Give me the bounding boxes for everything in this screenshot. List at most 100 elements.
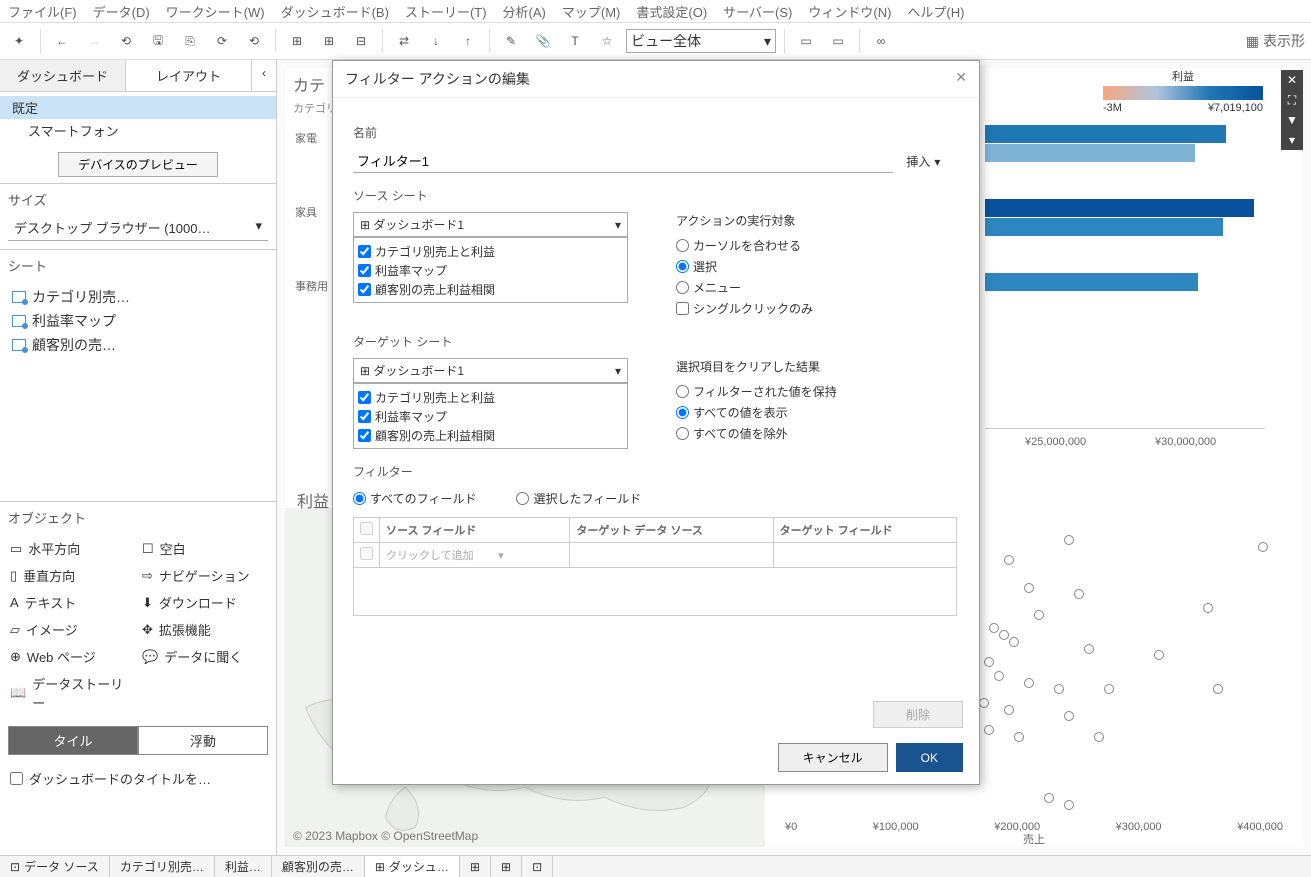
show-me-button[interactable]: ▦ 表示形 [1246,31,1305,51]
obj-download[interactable]: ⬇ ダウンロード [142,591,266,614]
new-dashboard-icon[interactable]: ⊞ [491,856,522,877]
obj-text[interactable]: A テキスト [10,591,134,614]
obj-webpage[interactable]: ⊕ Web ページ [10,645,134,668]
ok-button[interactable]: OK [896,743,963,772]
tab-sheet[interactable]: カテゴリ別売… [110,856,215,877]
target-check[interactable] [358,429,371,442]
single-click-check[interactable] [676,302,689,315]
menu-analysis[interactable]: 分析(A) [503,2,546,20]
obj-vertical[interactable]: ▯ 垂直方向 [10,564,134,587]
device-preview-button[interactable]: デバイスのプレビュー [58,152,218,177]
source-check[interactable] [358,245,371,258]
cancel-button[interactable]: キャンセル [778,743,888,772]
logo-icon[interactable]: ✦ [6,28,32,54]
run-hover-radio[interactable] [676,239,689,252]
share-icon[interactable]: ∞ [868,28,894,54]
close-icon[interactable]: ✕ [955,69,967,89]
menu-dashboard[interactable]: ダッシュボード(B) [281,2,389,20]
menu-window[interactable]: ウィンドウ(N) [808,2,891,20]
tab-dashboard1[interactable]: ⊞ ダッシュ… [365,856,460,877]
auto-update-icon[interactable]: ⟲ [241,28,267,54]
tab-dashboard[interactable]: ダッシュボード [0,60,126,91]
view-fit-select[interactable]: ビュー全体▾ [626,29,776,53]
tab-sheet[interactable]: 顧客別の売… [272,856,365,877]
click-to-add[interactable]: クリックして追加 ▾ [380,543,570,568]
menu-help[interactable]: ヘルプ(H) [907,2,964,20]
filter-selected-radio[interactable] [516,492,529,505]
obj-horizontal[interactable]: ▭ 水平方向 [10,537,134,560]
back-icon[interactable]: ← [49,28,75,54]
expand-icon[interactable]: ⛶ [1281,90,1303,110]
source-check[interactable] [358,283,371,296]
show-title-checkbox[interactable]: ダッシュボードのタイトルを… [0,763,276,794]
sort-desc-icon[interactable]: ↑ [455,28,481,54]
sheet-item[interactable]: 利益率マップ [8,309,268,333]
sort-asc-icon[interactable]: ↓ [423,28,449,54]
menu-story[interactable]: ストーリー(T) [405,2,487,20]
target-select[interactable]: ⊞ ダッシュボード1▾ [353,358,628,383]
sheet-item[interactable]: 顧客別の売… [8,333,268,357]
device-default[interactable]: 既定 [0,96,276,119]
menu-server[interactable]: サーバー(S) [723,2,792,20]
device-smartphone[interactable]: スマートフォン [0,119,276,142]
highlight-icon[interactable]: ✎ [498,28,524,54]
scatter-tick: ¥400,000 [1237,821,1283,833]
sheets-label: シート [0,249,276,281]
tile-button[interactable]: タイル [8,726,138,755]
funnel-icon[interactable]: ▼ [1281,110,1303,130]
obj-askdata[interactable]: 💬 データに聞く [142,645,266,668]
forward-icon[interactable]: → [81,28,107,54]
refresh-icon[interactable]: ⟳ [209,28,235,54]
filter-all-radio[interactable] [353,492,366,505]
obj-datastory[interactable]: 📖 データストーリー [10,672,134,714]
clear-showall-radio[interactable] [676,406,689,419]
name-input[interactable] [353,149,893,173]
save-icon[interactable]: 🖫 [145,28,171,54]
tab-sheet[interactable]: 利益… [215,856,272,877]
obj-blank[interactable]: ☐ 空白 [142,537,266,560]
target-check[interactable] [358,410,371,423]
obj-extension[interactable]: ✥ 拡張機能 [142,618,266,641]
source-select[interactable]: ⊞ ダッシュボード1▾ [353,212,628,237]
obj-navigation[interactable]: ⇨ ナビゲーション [142,564,266,587]
text-icon[interactable]: T [562,28,588,54]
obj-image[interactable]: ▱ イメージ [10,618,134,641]
row-label: 事務用 [295,278,328,294]
menu-file[interactable]: ファイル(F) [8,2,77,20]
close-view-icon[interactable]: ✕ [1281,70,1303,90]
clear-keep-radio[interactable] [676,385,689,398]
undo-icon[interactable]: ⟲ [113,28,139,54]
clear-icon[interactable]: ⊟ [348,28,374,54]
target-check[interactable] [358,391,371,404]
new-story-icon[interactable]: ⊡ [522,856,553,877]
run-select-radio[interactable] [676,260,689,273]
menu-worksheet[interactable]: ワークシート(W) [166,2,265,20]
menu-map[interactable]: マップ(M) [562,2,621,20]
source-listbox[interactable]: カテゴリ別売上と利益 利益率マップ 顧客別の売上利益相関 [353,237,628,303]
swap-icon[interactable]: ⇄ [391,28,417,54]
pin-icon[interactable]: ☆ [594,28,620,54]
target-listbox[interactable]: カテゴリ別売上と利益 利益率マップ 顧客別の売上利益相関 [353,383,628,449]
run-menu-radio[interactable] [676,281,689,294]
delete-button[interactable]: 削除 [873,701,963,728]
tab-datasource[interactable]: ⊡ データ ソース [0,856,110,877]
menu-data[interactable]: データ(D) [93,2,150,20]
insert-button[interactable]: 挿入 ▾ [906,153,940,170]
menu-format[interactable]: 書式設定(O) [636,2,707,20]
sheet-tabs: ⊡ データ ソース カテゴリ別売… 利益… 顧客別の売… ⊞ ダッシュ… ⊞ ⊞… [0,855,1311,877]
source-check[interactable] [358,264,371,277]
device-icon[interactable]: ▭ [825,28,851,54]
collapse-panel-icon[interactable]: ‹ [252,60,276,91]
new-data-icon[interactable]: ⎘ [177,28,203,54]
float-button[interactable]: 浮動 [138,726,268,755]
new-worksheet-icon[interactable]: ⊞ [460,856,491,877]
size-select[interactable]: デスクトップ ブラウザー (1000…▾ [8,215,268,241]
tab-layout[interactable]: レイアウト [126,60,252,91]
present-icon[interactable]: ▭ [793,28,819,54]
attachment-icon[interactable]: 📎 [530,28,556,54]
new-sheet-icon[interactable]: ⊞ [284,28,310,54]
more-icon[interactable]: ▾ [1281,130,1303,150]
clear-exclude-radio[interactable] [676,427,689,440]
duplicate-icon[interactable]: ⊞ [316,28,342,54]
sheet-item[interactable]: カテゴリ別売… [8,285,268,309]
